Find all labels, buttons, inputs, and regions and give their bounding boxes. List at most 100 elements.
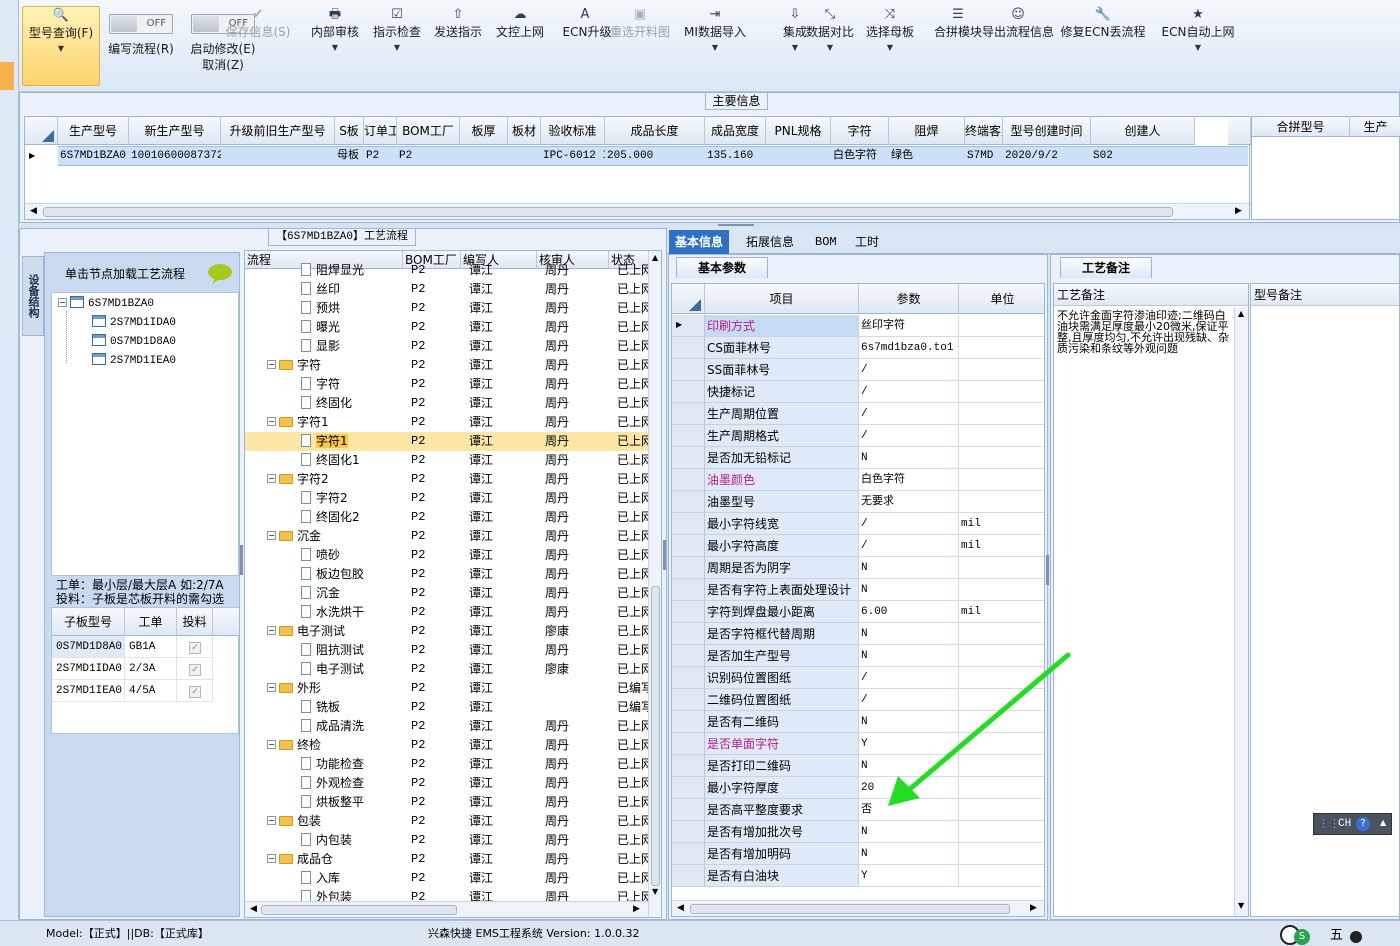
process-row[interactable]: 烘板整平 P2 谭江 周丹 已上网: [245, 793, 649, 812]
process-row[interactable]: −电子测试 P2 谭江 廖康 已上网: [245, 622, 649, 641]
sub-board-order[interactable]: 2/3A: [125, 658, 177, 680]
param-row[interactable]: 是否有字符上表面处理设计 N: [672, 579, 1044, 601]
toolbar-button[interactable]: ☑ 指示检查 ▼: [370, 6, 425, 86]
process-row[interactable]: 喷砂 P2 谭江 周丹 已上网: [245, 546, 649, 565]
param-row[interactable]: 生产周期格式 /: [672, 425, 1044, 447]
param-value[interactable]: 丝印字符: [859, 315, 959, 337]
param-row[interactable]: 是否有增加批次号 N: [672, 821, 1044, 843]
param-row[interactable]: 生产周期位置 /: [672, 403, 1044, 425]
param-value[interactable]: Y: [859, 865, 959, 887]
collapse-icon[interactable]: −: [267, 360, 276, 369]
sub-board-order[interactable]: GB1A: [125, 636, 177, 658]
process-row[interactable]: 沉金 P2 谭江 周丹 已上网: [245, 584, 649, 603]
param-row[interactable]: 周期是否为阴字 N: [672, 557, 1044, 579]
feed-checkbox[interactable]: ✓: [189, 686, 201, 698]
process-row[interactable]: 丝印 P2 谭江 周丹 已上网: [245, 280, 649, 299]
toolbar-button[interactable]: ✔ 保存信息(S): [223, 6, 293, 86]
toolbar-button[interactable]: ☁ 文控上网: [493, 6, 548, 86]
process-row[interactable]: −沉金 P2 谭江 周丹 已上网: [245, 527, 649, 546]
param-row[interactable]: 是否加无铅标记 N: [672, 447, 1044, 469]
chevron-down-icon[interactable]: ▼: [676, 40, 754, 56]
ime-bar[interactable]: ⋮⋮ CH ? ▲: [1313, 813, 1392, 835]
process-row[interactable]: 电子测试 P2 谭江 廖康 已上网: [245, 660, 649, 679]
process-note-box[interactable]: 工艺备注 不允许金面字符渗油印迹;二维码白油块需满足厚度最小20微米,保证平整,…: [1053, 283, 1249, 917]
column-header[interactable]: 创建人: [1091, 117, 1195, 145]
param-value[interactable]: /: [859, 359, 959, 381]
collapse-icon[interactable]: −: [267, 740, 276, 749]
param-value[interactable]: 白色字符: [859, 469, 959, 491]
toolbar-button[interactable]: ☰ 合拼模块: [933, 6, 983, 86]
tab-extended-info[interactable]: 拓展信息: [740, 230, 800, 254]
tab-basic-params[interactable]: 基本参数: [676, 257, 768, 278]
column-header[interactable]: BOM工厂: [397, 117, 460, 145]
process-row[interactable]: 水洗烘干 P2 谭江 周丹 已上网: [245, 603, 649, 622]
splitter-handle[interactable]: [240, 545, 243, 575]
params-hscroll[interactable]: ◀ ▶: [672, 900, 1044, 916]
process-row[interactable]: 曝光 P2 谭江 周丹 已上网: [245, 318, 649, 337]
toolbar-button[interactable]: ⇧ 发送指示: [431, 6, 486, 86]
column-header[interactable]: 成品宽度: [705, 117, 766, 145]
param-value[interactable]: /: [859, 535, 959, 557]
cell[interactable]: IPC-6012 II级: [541, 146, 605, 166]
process-row[interactable]: 功能检查 P2 谭江 周丹 已上网: [245, 755, 649, 774]
column-header[interactable]: 阻焊: [889, 117, 965, 145]
cell[interactable]: 绿色: [889, 146, 965, 166]
process-row[interactable]: 铣板 P2 谭江 已编写: [245, 698, 649, 717]
column-header[interactable]: 字符: [831, 117, 889, 145]
cell[interactable]: [766, 146, 831, 166]
toolbar-button[interactable]: ⤡ 数据对比 ▼: [804, 6, 856, 86]
toolbar-button[interactable]: A ECN升级: [563, 6, 612, 86]
collapse-icon[interactable]: −: [267, 683, 276, 692]
tab-process-notes[interactable]: 工艺备注: [1060, 257, 1152, 278]
param-row[interactable]: 油墨型号 无要求: [672, 491, 1044, 513]
process-row[interactable]: −字符 P2 谭江 周丹 已上网: [245, 356, 649, 375]
process-row[interactable]: −终检 P2 谭江 周丹 已上网: [245, 736, 649, 755]
column-header[interactable]: PNL规格: [766, 117, 831, 145]
cell[interactable]: P2: [364, 146, 397, 166]
splitter-handle[interactable]: [663, 540, 666, 570]
param-value[interactable]: N: [859, 579, 959, 601]
cell[interactable]: 135.160: [705, 146, 766, 166]
param-value[interactable]: 6s7md1bza0.to1: [859, 337, 959, 359]
column-header[interactable]: 新生产型号: [129, 117, 221, 145]
tree-node-child[interactable]: 2S7MD1IDA0: [92, 314, 176, 331]
feed-checkbox[interactable]: ✓: [189, 642, 201, 654]
cell[interactable]: P2: [397, 146, 460, 166]
sub-board-order[interactable]: 4/5A: [125, 680, 177, 702]
toolbar-button[interactable]: ☺ 导出流程信息: [978, 6, 1058, 86]
toolbar-button[interactable]: ★ ECN自动上网 ▼: [1160, 6, 1236, 86]
collapse-icon[interactable]: −: [267, 417, 276, 426]
column-header[interactable]: 板材: [508, 117, 541, 145]
model-query-button[interactable]: 🔍 型号查询(F) ▼: [22, 6, 100, 86]
process-row[interactable]: 内包装 P2 谭江 周丹 已上网: [245, 831, 649, 850]
process-row[interactable]: 字符 P2 谭江 周丹 已上网: [245, 375, 649, 394]
cell[interactable]: 205.000: [605, 146, 705, 166]
param-value[interactable]: N: [859, 623, 959, 645]
param-value[interactable]: N: [859, 843, 959, 865]
param-value[interactable]: 6.00: [859, 601, 959, 623]
process-row[interactable]: 终固化2 P2 谭江 周丹 已上网: [245, 508, 649, 527]
splitter-handle[interactable]: [718, 224, 754, 226]
process-row[interactable]: 入库 P2 谭江 周丹 已上网: [245, 869, 649, 888]
param-value[interactable]: N: [859, 821, 959, 843]
tab-bom[interactable]: BOM: [809, 230, 843, 254]
column-header[interactable]: 终端客户代码: [965, 117, 1003, 145]
param-value[interactable]: /: [859, 403, 959, 425]
toolbar-button[interactable]: ⤨ 选择母板 ▼: [862, 6, 918, 86]
process-row[interactable]: 终固化1 P2 谭江 周丹 已上网: [245, 451, 649, 470]
param-row[interactable]: 最小字符高度 / mil: [672, 535, 1044, 557]
toolbar-button[interactable]: 🖶 内部审核 ▼: [308, 6, 363, 86]
collapse-icon[interactable]: −: [267, 854, 276, 863]
edit-flow-toggle[interactable]: OFF: [109, 14, 173, 34]
param-row[interactable]: ▶ 印刷方式 丝印字符: [672, 315, 1044, 337]
process-row[interactable]: −包装 P2 谭江 周丹 已上网: [245, 812, 649, 831]
chevron-down-icon[interactable]: ▼: [370, 40, 425, 56]
cell[interactable]: S02: [1091, 146, 1195, 166]
process-row[interactable]: 阻抗测试 P2 谭江 周丹 已上网: [245, 641, 649, 660]
process-row[interactable]: 阻焊显光 P2 谭江 周丹 已上网: [245, 261, 649, 280]
column-header[interactable]: S板: [335, 117, 364, 145]
tree-node-child[interactable]: 2S7MD1IEA0: [92, 352, 176, 369]
param-value[interactable]: /: [859, 513, 959, 535]
process-row[interactable]: 字符1 P2 谭江 周丹 已上网: [245, 432, 649, 451]
process-row[interactable]: 成品清洗 P2 谭江 周丹 已上网: [245, 717, 649, 736]
